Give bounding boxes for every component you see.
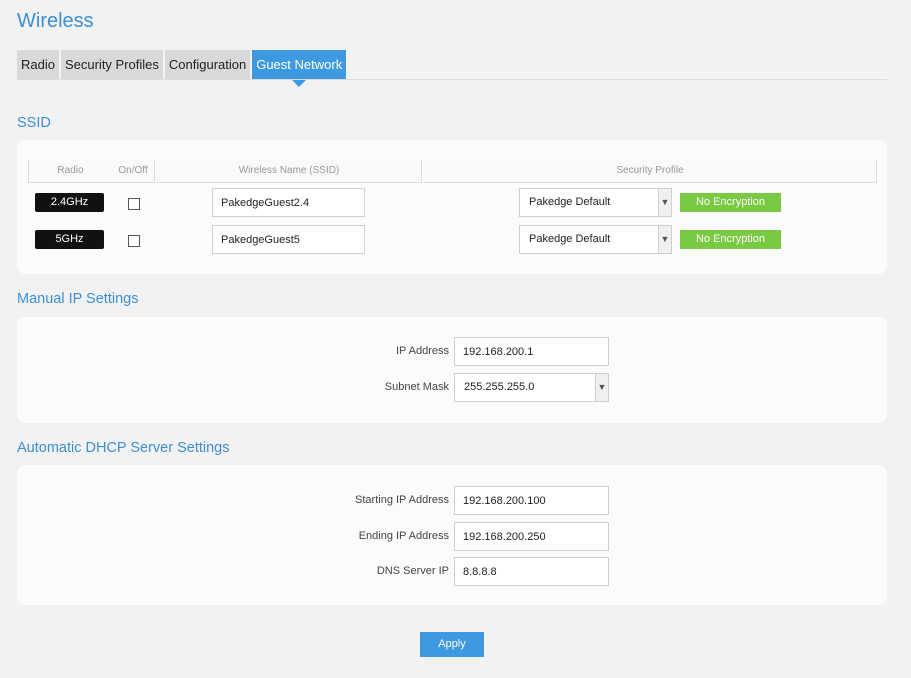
radio-badge-5ghz: 5GHz: [35, 230, 104, 249]
header-wireless-name: Wireless Name (SSID): [157, 160, 422, 183]
chevron-down-icon: ▼: [595, 374, 608, 401]
chevron-down-icon: ▼: [658, 226, 671, 253]
subnet-mask-value: 255.255.255.0: [464, 381, 535, 393]
starting-ip-label: Starting IP Address: [355, 494, 449, 506]
tab-security-profiles[interactable]: Security Profiles: [60, 50, 163, 79]
chevron-down-icon: ▼: [658, 189, 671, 216]
ending-ip-input[interactable]: [454, 522, 609, 551]
ssid-section-title: SSID: [17, 115, 51, 131]
encryption-badge-5ghz: No Encryption: [680, 230, 781, 249]
dhcp-section-title: Automatic DHCP Server Settings: [17, 440, 230, 456]
security-profile-value: Pakedge Default: [529, 196, 611, 208]
ssid-name-input-5ghz[interactable]: [212, 225, 365, 254]
manual-ip-panel: IP Address Subnet Mask 255.255.255.0 ▼: [17, 317, 887, 423]
tab-bar: Radio Security Profiles Configuration Gu…: [17, 50, 347, 87]
tab-radio[interactable]: Radio: [17, 50, 59, 79]
security-profile-select-5ghz[interactable]: Pakedge Default ▼: [519, 225, 672, 254]
onoff-checkbox-2-4ghz[interactable]: [128, 198, 140, 210]
page-title: Wireless: [17, 10, 94, 32]
header-radio: Radio: [28, 160, 113, 183]
security-profile-value: Pakedge Default: [529, 233, 611, 245]
ending-ip-label: Ending IP Address: [358, 530, 449, 542]
ssid-panel: Radio On/Off Wireless Name (SSID) Securi…: [17, 140, 887, 274]
manual-ip-section-title: Manual IP Settings: [17, 291, 139, 307]
ip-address-label: IP Address: [396, 345, 449, 357]
ip-address-input[interactable]: [454, 337, 609, 366]
dhcp-panel: Starting IP Address Ending IP Address DN…: [17, 465, 887, 605]
header-onoff: On/Off: [112, 160, 155, 183]
encryption-badge-2-4ghz: No Encryption: [680, 193, 781, 212]
tab-divider: [17, 79, 887, 80]
dns-server-label: DNS Server IP: [376, 565, 449, 577]
header-security-profile: Security Profile: [424, 160, 877, 183]
starting-ip-input[interactable]: [454, 486, 609, 515]
subnet-mask-label: Subnet Mask: [384, 381, 449, 393]
subnet-mask-select[interactable]: 255.255.255.0 ▼: [454, 373, 609, 402]
dns-server-input[interactable]: [454, 557, 609, 586]
security-profile-select-2-4ghz[interactable]: Pakedge Default ▼: [519, 188, 672, 217]
apply-button[interactable]: Apply: [420, 632, 484, 657]
tab-configuration[interactable]: Configuration: [164, 50, 251, 79]
onoff-checkbox-5ghz[interactable]: [128, 235, 140, 247]
ssid-name-input-2-4ghz[interactable]: [212, 188, 365, 217]
tab-guest-network[interactable]: Guest Network: [252, 50, 347, 87]
radio-badge-2-4ghz: 2.4GHz: [35, 193, 104, 212]
